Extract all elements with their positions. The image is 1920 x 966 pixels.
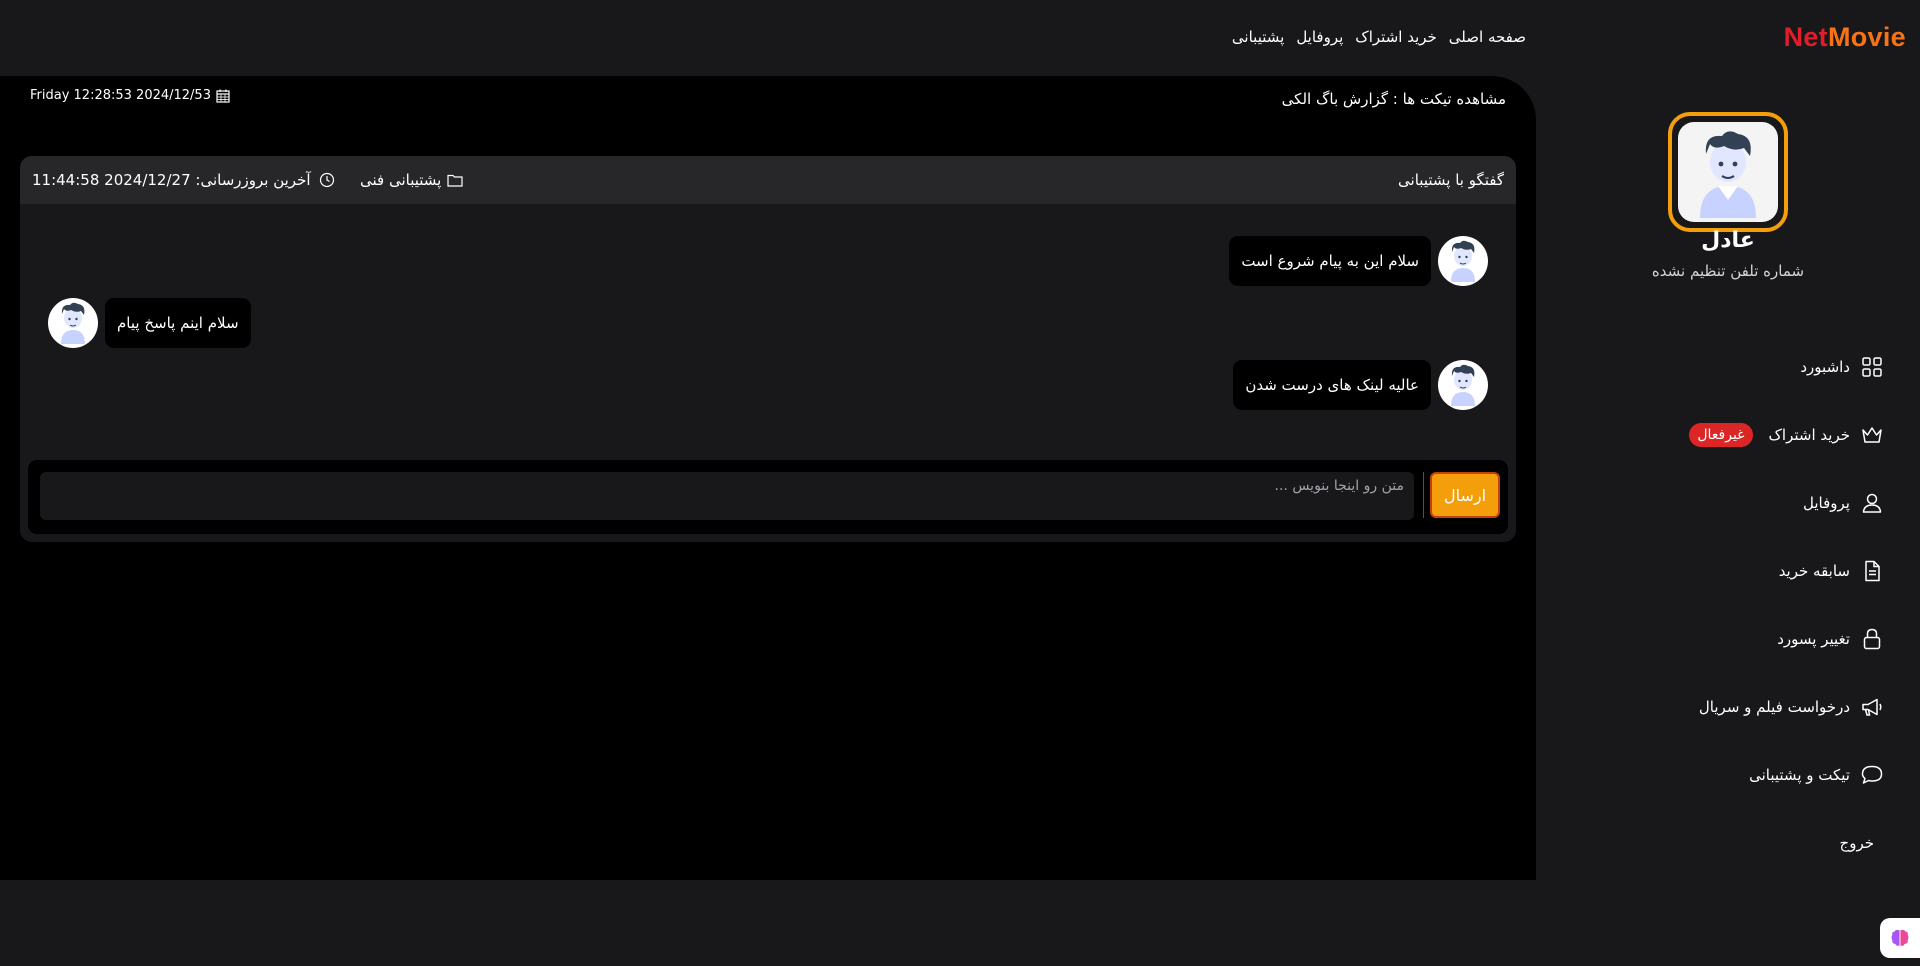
- message-composer: ارسال: [28, 460, 1508, 534]
- sidebar: عادل شماره تلفن تنظیم نشده داشبورد خرید …: [1536, 76, 1920, 880]
- avatar: [48, 298, 98, 348]
- profile-avatar[interactable]: [1668, 112, 1788, 232]
- chat-header: گفتگو با پشتیبانی پشتیبانی فنی آخرین برو…: [20, 156, 1516, 204]
- page-title: مشاهده تیکت ها : گزارش باگ الکی: [1281, 90, 1506, 108]
- lock-icon: [1863, 628, 1881, 650]
- last-update-text: آخرین بروزرسانی: 2024/12/27 11:44:58: [32, 171, 311, 189]
- document-icon: [1865, 560, 1880, 582]
- ticket-category-label: پشتیبانی فنی: [360, 171, 442, 189]
- chat-bubble-icon: [1861, 765, 1883, 784]
- sidebar-item-label: سابقه خرید: [1778, 562, 1850, 580]
- sidebar-item-tickets[interactable]: تیکت و پشتیبانی: [1749, 760, 1884, 790]
- brain-icon: [1891, 929, 1909, 946]
- user-icon: [1862, 493, 1882, 513]
- folder-icon: [447, 174, 463, 187]
- calendar-icon: [216, 89, 230, 103]
- logo-movie: Movie: [1827, 22, 1906, 52]
- sidebar-item-label: خرید اشتراک: [1768, 426, 1851, 444]
- nav-profile-link[interactable]: پروفایل: [1296, 28, 1343, 46]
- nav-support-link[interactable]: پشتیبانی: [1232, 28, 1284, 46]
- user-avatar-icon: [1451, 364, 1475, 406]
- top-bar: NetMovie صفحه اصلی خرید اشتراک پروفایل پ…: [0, 0, 1920, 76]
- datetime-text: Friday 12:28:53 2024/12/53: [30, 88, 211, 103]
- user-name: عادل: [1701, 228, 1755, 253]
- sidebar-item-profile[interactable]: پروفایل: [1803, 488, 1884, 518]
- status-badge: غیرفعال: [1689, 423, 1753, 447]
- sidebar-item-dashboard[interactable]: داشبورد: [1800, 352, 1884, 382]
- composer-divider: [1423, 472, 1424, 518]
- ticket-category: پشتیبانی فنی: [360, 171, 463, 189]
- message-bubble: سلام اینم پاسخ پیام: [105, 298, 251, 348]
- main-panel: مشاهده تیکت ها : گزارش باگ الکی Friday 1…: [0, 76, 1536, 880]
- chat-panel: گفتگو با پشتیبانی پشتیبانی فنی آخرین برو…: [20, 156, 1516, 542]
- sidebar-item-label: تغییر پسورد: [1777, 630, 1850, 648]
- logo-net: Net: [1783, 22, 1828, 52]
- avatar: [1678, 122, 1778, 222]
- sidebar-item-label: تیکت و پشتیبانی: [1749, 766, 1850, 784]
- chat-message: سلام اینم پاسخ پیام: [48, 298, 251, 348]
- send-button[interactable]: ارسال: [1430, 472, 1500, 518]
- message-input[interactable]: [40, 472, 1414, 520]
- grid-icon: [1862, 357, 1882, 377]
- nav-home-link[interactable]: صفحه اصلی: [1449, 28, 1526, 46]
- sidebar-item-movie-request[interactable]: درخواست فیلم و سریال: [1699, 692, 1884, 722]
- chat-message: سلام این به پیام شروع است: [1229, 236, 1488, 286]
- sidebar-item-logout[interactable]: خروج: [1840, 828, 1874, 858]
- datetime-display: Friday 12:28:53 2024/12/53: [30, 88, 230, 103]
- user-avatar-icon: [61, 302, 85, 344]
- megaphone-icon: [1862, 698, 1882, 716]
- crown-icon: [1862, 427, 1882, 443]
- user-avatar-icon: [1700, 131, 1756, 218]
- sidebar-item-change-password[interactable]: تغییر پسورد: [1777, 624, 1884, 654]
- sidebar-item-subscription[interactable]: خرید اشتراک غیرفعال: [1689, 420, 1884, 450]
- sidebar-item-label: داشبورد: [1800, 358, 1850, 376]
- message-bubble: عالیه لینک های درست شدن: [1233, 360, 1431, 410]
- avatar: [1438, 360, 1488, 410]
- chat-header-title: گفتگو با پشتیبانی: [1398, 171, 1504, 189]
- main-nav: صفحه اصلی خرید اشتراک پروفایل پشتیبانی: [1232, 28, 1526, 46]
- assistant-floating-button[interactable]: [1880, 918, 1920, 958]
- chat-message: عالیه لینک های درست شدن: [1233, 360, 1488, 410]
- sidebar-item-label: درخواست فیلم و سریال: [1698, 698, 1850, 716]
- message-bubble: سلام این به پیام شروع است: [1229, 236, 1431, 286]
- sidebar-item-label: خروج: [1839, 834, 1874, 852]
- sidebar-item-purchase-history[interactable]: سابقه خرید: [1779, 556, 1884, 586]
- clock-icon: [319, 172, 334, 188]
- brand-logo[interactable]: NetMovie: [1784, 22, 1906, 53]
- nav-subscription-link[interactable]: خرید اشتراک: [1355, 28, 1437, 46]
- last-update: آخرین بروزرسانی: 2024/12/27 11:44:58: [32, 171, 335, 189]
- user-avatar-icon: [1451, 240, 1475, 282]
- avatar: [1438, 236, 1488, 286]
- sidebar-item-label: پروفایل: [1803, 494, 1850, 512]
- user-phone-status: شماره تلفن تنظیم نشده: [1651, 262, 1805, 280]
